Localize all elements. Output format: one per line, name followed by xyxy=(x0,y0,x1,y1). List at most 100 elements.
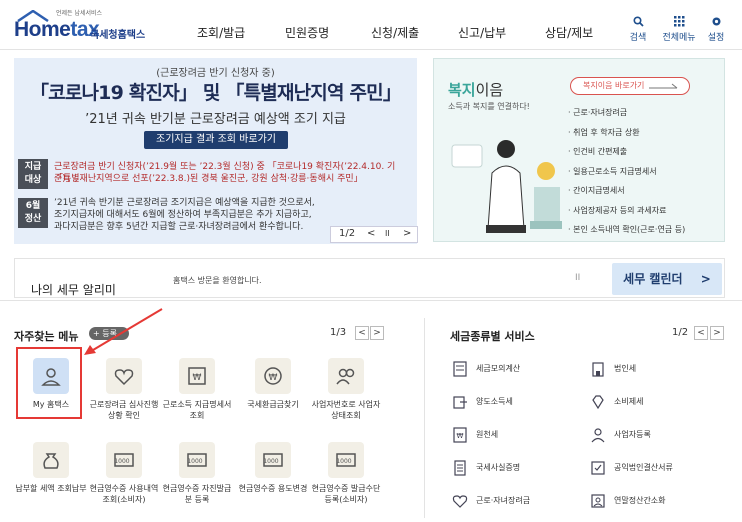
nav-report-payment[interactable]: 신고/납부 xyxy=(458,24,506,41)
calculator-icon xyxy=(453,361,467,377)
nav-consultation[interactable]: 상담/제보 xyxy=(545,24,593,41)
logo-korean: 국세청홈택스 xyxy=(90,30,146,41)
pointer-arrow-icon xyxy=(84,308,163,355)
grid-icon xyxy=(659,16,699,28)
early-payment-result-button[interactable]: 조기지급 결과 조회 바로가기 xyxy=(144,131,288,149)
menu-cash-receipt-purpose-change[interactable]: 1000 현금영수증 용도변경 xyxy=(237,442,309,494)
long-arrow-icon xyxy=(649,83,678,89)
search-label: 검색 xyxy=(629,33,647,43)
svg-text:₩: ₩ xyxy=(269,373,278,383)
banner-row2a: ’21년 귀속 반기분 근로장려금 조기지급은 예상액을 지급한 것으로서, xyxy=(54,198,315,208)
welfare-item[interactable]: 일용근로소득 지급명세서 xyxy=(568,162,685,182)
welfare-panel: 복지이음 소득과 복지를 연결하다! 복지이음 바로가기 근로·자녀장려금 취업… xyxy=(433,58,725,242)
search-button[interactable]: 검색 xyxy=(618,16,658,43)
banner-row2b: 조기지급자에 대해서도 6월에 정산하여 부족지급분은 추가 지급하고, xyxy=(54,210,312,220)
frequent-menu-title: 자주찾는 메뉴 xyxy=(14,330,79,343)
logo-tagline: 언제든 납세서비스 xyxy=(56,10,103,17)
banner-line1: (근로장려금 반기 신청자 중) xyxy=(156,68,275,79)
banner-prev-button[interactable]: < xyxy=(367,228,375,239)
search-icon xyxy=(618,16,658,28)
person-doc-icon xyxy=(591,494,605,508)
banner-pause-button[interactable]: II xyxy=(385,229,390,238)
welfare-item[interactable]: 취업 후 학자금 상환 xyxy=(568,123,685,143)
receipt-icon: 1000 xyxy=(328,442,364,478)
chevron-right-icon: > xyxy=(700,272,711,286)
person-register-icon xyxy=(591,428,605,443)
tax-calendar-button[interactable]: 세무 캘린더 > xyxy=(612,263,722,295)
alarm-pause-button[interactable]: II xyxy=(575,273,580,283)
main-banner[interactable]: (근로장려금 반기 신청자 중) 「코로나19 확진자」 및 「특별재난지역 주… xyxy=(14,58,417,244)
tax-doc-icon: ₩ xyxy=(453,427,467,443)
services-prev-button[interactable]: < xyxy=(694,326,708,340)
tax-alarm-bar: 나의 세무 알리미 홈택스 방문을 환영합니다. II 세무 캘린더 > xyxy=(14,258,725,298)
diamond-icon xyxy=(592,395,604,410)
transfer-icon xyxy=(453,396,467,409)
document-won-icon: ₩ xyxy=(179,358,215,394)
banner-headline: 「코로나19 확진자」 및 「특별재난지역 주민」 xyxy=(29,82,402,104)
banner-page-indicator: 1/2 xyxy=(339,228,356,239)
welfare-item[interactable]: 본인 소득내역 확인(근로·연금 등) xyxy=(568,220,685,240)
menu-tax-payment[interactable]: 납부할 세액 조회납부 xyxy=(15,442,87,494)
logo-wordmark: Hometax xyxy=(14,18,100,41)
banner-line3: ’21년 귀속 반기분 근로장려금 예상액 조기 지급 xyxy=(85,112,346,127)
services-next-button[interactable]: > xyxy=(710,326,724,340)
heart-hand-icon xyxy=(452,495,468,508)
menu-cash-receipt-method-register[interactable]: 1000 현금영수증 발급수단 등록(소비자) xyxy=(310,442,382,505)
heart-check-icon xyxy=(106,358,142,394)
welfare-subtitle: 소득과 복지를 연결하다! xyxy=(448,102,530,111)
gear-icon xyxy=(696,16,736,28)
menu-cash-receipt-history[interactable]: 1000 현금영수증 사용내역조회(소비자) xyxy=(88,442,160,505)
woman-with-coins-illustration xyxy=(451,140,562,233)
menu-cash-receipt-self-issue[interactable]: 1000 현금영수증 자진발급분 등록 xyxy=(161,442,233,505)
settings-button[interactable]: 설정 xyxy=(696,16,736,43)
tax-alarm-title: 나의 세무 알리미 xyxy=(31,283,116,297)
banner-controls: 1/2 < II > xyxy=(330,226,418,243)
welfare-item[interactable]: 인건비 간편제출 xyxy=(568,142,685,162)
building-icon xyxy=(592,362,604,377)
tax-alarm-message[interactable]: 홈택스 방문을 환영합니다. xyxy=(173,275,262,286)
frequent-page-indicator: 1/3 xyxy=(330,327,347,338)
june-settlement-tag: 6월 정산 xyxy=(18,198,48,228)
hometax-logo[interactable]: 언제든 납세서비스 Hometax 국세청홈택스 xyxy=(14,8,164,44)
banner-row1b: 「특별재난지역으로 선포(’22.3.8.)된 경북 울진군, 강원 삼척·강릉… xyxy=(54,174,363,184)
welfare-item[interactable]: 간이지급명세서 xyxy=(568,181,685,201)
frequent-next-button[interactable]: > xyxy=(370,326,384,340)
svg-text:1000: 1000 xyxy=(263,458,278,465)
services-page-indicator: 1/2 xyxy=(672,327,689,338)
menu-business-status[interactable]: 사업자번호로 사업자상태조회 xyxy=(310,358,382,421)
welfare-title: 복지이음 xyxy=(448,81,504,99)
all-menu-label: 전체메뉴 xyxy=(662,33,696,43)
receipt-icon: 1000 xyxy=(106,442,142,478)
menu-eitc-status[interactable]: 근로장려금 심사진행상황 확인 xyxy=(88,358,160,421)
payment-target-tag: 지급 대상 xyxy=(18,159,48,189)
welfare-list: 근로·자녀장려금 취업 후 학자금 상환 인건비 간편제출 일용근로소득 지급명… xyxy=(568,103,685,240)
svg-text:1000: 1000 xyxy=(187,458,202,465)
column-divider xyxy=(424,318,425,518)
receipt-icon: 1000 xyxy=(255,442,291,478)
svg-text:₩: ₩ xyxy=(457,432,464,440)
nav-application[interactable]: 신청/제출 xyxy=(371,24,419,41)
coin-refund-icon: ₩ xyxy=(255,358,291,394)
svg-text:1000: 1000 xyxy=(336,458,351,465)
settings-label: 설정 xyxy=(707,33,725,43)
money-bag-icon xyxy=(33,442,69,478)
menu-tax-refund-search[interactable]: ₩ 국세환급금찾기 xyxy=(237,358,309,410)
welfare-item[interactable]: 사업장제공자 등의 과세자료 xyxy=(568,201,685,221)
all-menu-button[interactable]: 전체메뉴 xyxy=(659,16,699,43)
nav-certificate[interactable]: 민원증명 xyxy=(285,24,329,41)
welfare-item[interactable]: 근로·자녀장려금 xyxy=(568,103,685,123)
selection-highlight xyxy=(16,347,82,419)
nav-inquiry[interactable]: 조회/발급 xyxy=(197,24,245,41)
header: 언제든 납세서비스 Hometax 국세청홈택스 조회/발급 민원증명 신청/제… xyxy=(0,0,742,50)
certificate-icon xyxy=(454,460,466,476)
frequent-prev-button[interactable]: < xyxy=(355,326,369,340)
receipt-icon: 1000 xyxy=(179,442,215,478)
menu-earned-income-statement[interactable]: ₩ 근로소득 지급명세서 조회 xyxy=(161,358,233,421)
welfare-shortcut-button[interactable]: 복지이음 바로가기 xyxy=(570,77,690,95)
svg-text:1000: 1000 xyxy=(114,458,129,465)
banner-next-button[interactable]: > xyxy=(403,228,411,239)
people-search-icon xyxy=(328,358,364,394)
svg-text:₩: ₩ xyxy=(193,373,202,383)
checklist-icon xyxy=(591,461,605,475)
section-divider xyxy=(0,300,742,301)
